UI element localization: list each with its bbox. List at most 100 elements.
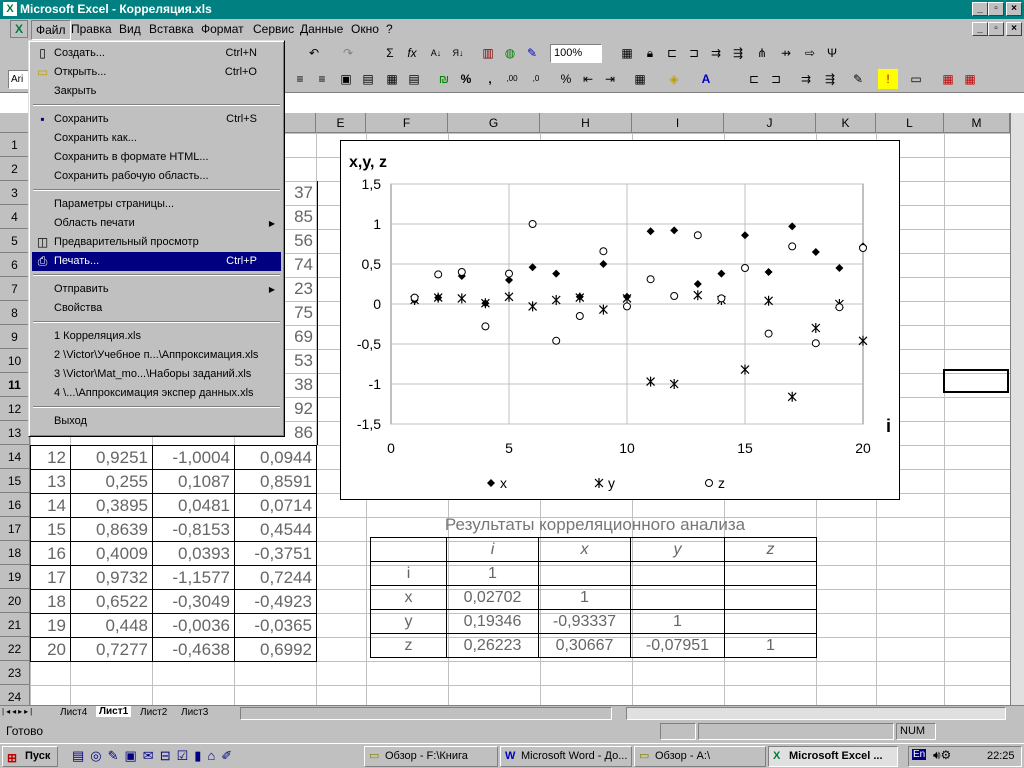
tab-sheet1[interactable]: Лист1 — [96, 706, 132, 717]
task-excel[interactable]: X Microsoft Excel ... — [768, 746, 898, 767]
row-header-1[interactable]: 1 — [0, 133, 30, 157]
table-cell[interactable]: 15 — [30, 517, 71, 542]
table-cell[interactable]: 86 — [285, 421, 318, 445]
doc-restore-button[interactable]: ▫ — [988, 22, 1004, 36]
table-cell[interactable]: 0,9251 — [70, 445, 153, 470]
file-menu-item[interactable]: Сохранить как... — [32, 129, 281, 148]
file-menu-item[interactable]: ▯ Создать... Ctrl+N — [32, 44, 281, 63]
select-all-corner[interactable] — [0, 113, 30, 133]
font-color-icon[interactable]: A — [696, 69, 716, 89]
percent-icon[interactable]: % — [456, 69, 476, 89]
results-cell[interactable]: 1 — [538, 585, 631, 610]
row-header-14[interactable]: 14 — [0, 445, 30, 469]
decrease-indent-icon[interactable]: ⇤ — [578, 69, 598, 89]
table-cell[interactable]: 0,3895 — [70, 493, 153, 518]
decrease-decimal-icon[interactable]: ,0 — [526, 69, 546, 89]
row-header-19[interactable]: 19 — [0, 565, 30, 589]
table-icon[interactable]: ▤ — [358, 69, 378, 89]
table-cell[interactable]: 17 — [30, 565, 71, 590]
file-menu-item[interactable]: Параметры страницы... — [32, 195, 281, 214]
row-header-4[interactable]: 4 — [0, 205, 30, 229]
file-menu-item[interactable]: Сохранить рабочую область... — [32, 167, 281, 186]
table-cell[interactable]: 53 — [285, 349, 318, 373]
sort-descending-icon[interactable]: Я↓ — [448, 43, 468, 63]
audit-icon-1[interactable]: ⊏ — [744, 69, 764, 89]
results-cell[interactable] — [724, 561, 817, 586]
undo-icon[interactable]: ↶ — [304, 43, 324, 63]
row-header-12[interactable]: 12 — [0, 397, 30, 421]
tray-icons[interactable]: 🔊︎⚙ — [933, 748, 951, 763]
row-header-23[interactable]: 23 — [0, 661, 30, 685]
file-menu-item[interactable]: Закрыть — [32, 82, 281, 101]
tab-sheet4[interactable]: Лист4 — [60, 707, 87, 718]
menu-file[interactable]: Файл — [31, 20, 71, 40]
file-menu-item[interactable]: 2 \Victor\Учебное п...\Аппроксимация.xls — [32, 346, 281, 365]
results-cell[interactable]: 1 — [446, 561, 539, 586]
table-cell[interactable]: 0,7244 — [234, 565, 317, 590]
restore-button[interactable]: ▫ — [988, 2, 1004, 16]
menu-view[interactable]: Вид — [119, 19, 141, 40]
fill-color-icon[interactable]: ◈ — [664, 69, 684, 89]
workbook-icon[interactable]: X — [10, 20, 28, 38]
file-menu-item[interactable]: Выход — [32, 412, 281, 431]
table-cell[interactable]: 0,4009 — [70, 541, 153, 566]
table-cell[interactable]: 0,0944 — [234, 445, 317, 470]
increase-decimal-icon[interactable]: ,00 — [502, 69, 522, 89]
results-cell[interactable]: -0,07951 — [630, 633, 725, 658]
sort-ascending-icon[interactable]: A↓ — [426, 43, 446, 63]
tab-sheet2[interactable]: Лист2 — [140, 707, 167, 718]
results-cell[interactable] — [724, 609, 817, 634]
row-header-17[interactable]: 17 — [0, 517, 30, 541]
results-cell[interactable]: -0,93337 — [538, 609, 631, 634]
row-header-16[interactable]: 16 — [0, 493, 30, 517]
results-cell[interactable]: z — [370, 633, 447, 658]
results-header-cell[interactable]: i — [446, 537, 539, 562]
results-header-cell[interactable] — [370, 537, 447, 562]
table-cell[interactable]: 18 — [30, 589, 71, 614]
new-comment-icon[interactable]: ⇨ — [800, 43, 820, 63]
table-cell[interactable]: 0,6522 — [70, 589, 153, 614]
table-cell[interactable]: 0,0481 — [152, 493, 235, 518]
trace-precedents-icon[interactable]: ⊏ — [662, 43, 682, 63]
audit-icon-4[interactable]: ⇶ — [820, 69, 840, 89]
table-cell[interactable]: 0,6992 — [234, 637, 317, 662]
table-cell[interactable]: -1,1577 — [152, 565, 235, 590]
table-cell[interactable]: 0,0393 — [152, 541, 235, 566]
vertical-scrollbar[interactable] — [1010, 113, 1024, 705]
circle-invalid-icon[interactable]: Ψ — [822, 43, 842, 63]
menu-format[interactable]: Формат — [201, 19, 244, 40]
results-header-cell[interactable]: y — [630, 537, 725, 562]
column-header-J[interactable]: J — [724, 113, 816, 133]
file-menu-item[interactable]: 4 \...\Аппроксимация экспер данных.xls — [32, 384, 281, 403]
doc-close-button[interactable]: × — [1006, 22, 1022, 36]
results-cell[interactable] — [630, 561, 725, 586]
remove-precedent-icon[interactable]: ⊐ — [684, 43, 704, 63]
results-cell[interactable]: 0,30667 — [538, 633, 631, 658]
results-cell[interactable] — [724, 585, 817, 610]
menu-tools[interactable]: Сервис — [253, 19, 294, 40]
file-menu-item[interactable]: ◫ Предварительный просмотр — [32, 233, 281, 252]
list-icon[interactable]: ▤ — [404, 69, 424, 89]
column-header-I[interactable]: I — [632, 113, 724, 133]
trace-dependents-icon[interactable]: ⇉ — [706, 43, 726, 63]
file-menu-item[interactable]: ▭ Открыть... Ctrl+O — [32, 63, 281, 82]
results-cell[interactable]: 1 — [724, 633, 817, 658]
table-cell[interactable]: 0,255 — [70, 469, 153, 494]
table-cell[interactable]: -0,8153 — [152, 517, 235, 542]
row-header-8[interactable]: 8 — [0, 301, 30, 325]
table-cell[interactable]: 92 — [285, 397, 318, 421]
currency-icon[interactable]: ₪ — [434, 69, 454, 89]
file-menu-item[interactable]: Свойства — [32, 299, 281, 318]
comment-icon[interactable]: ▭ — [906, 69, 926, 89]
comma-style-icon[interactable]: , — [480, 69, 500, 89]
toolbar-icon-1[interactable]: ▦ — [617, 43, 637, 63]
column-header-M[interactable]: M — [944, 113, 1010, 133]
tab-sheet3[interactable]: Лист3 — [181, 707, 208, 718]
table-cell[interactable]: 0,7277 — [70, 637, 153, 662]
menu-help[interactable]: ? — [386, 19, 393, 40]
percent-small-icon[interactable]: % — [556, 69, 576, 89]
row-header-20[interactable]: 20 — [0, 589, 30, 613]
column-header-K[interactable]: K — [816, 113, 876, 133]
align-center-icon[interactable]: ≡ — [290, 69, 310, 89]
file-menu-item[interactable]: 1 Корреляция.xls — [32, 327, 281, 346]
